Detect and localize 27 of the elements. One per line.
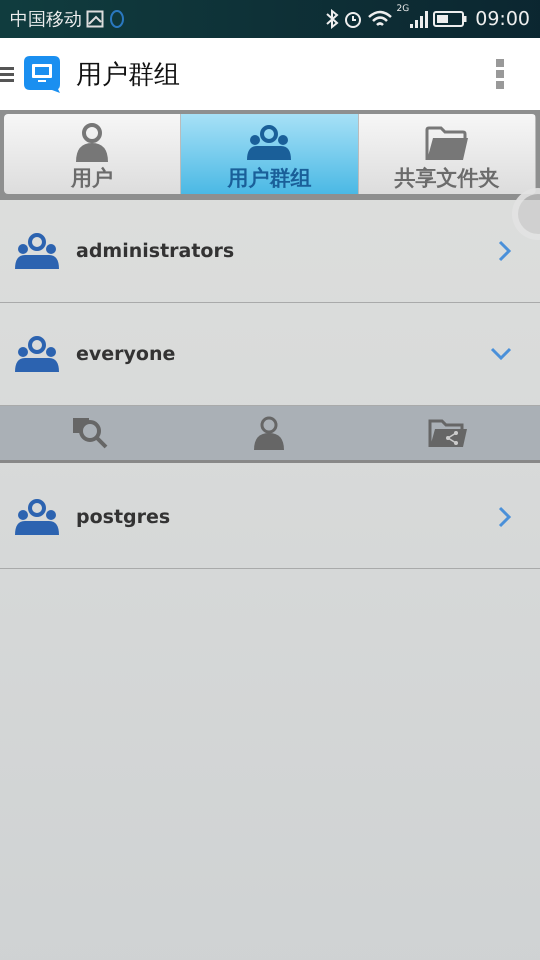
people-icon xyxy=(247,122,292,162)
more-options-icon[interactable] xyxy=(496,59,504,89)
app-logo-icon xyxy=(22,54,62,94)
group-name: everyone xyxy=(76,343,176,365)
folder-icon xyxy=(424,126,469,162)
signal-icon xyxy=(409,9,430,29)
tab[interactable]: 用户 xyxy=(4,114,182,194)
tab[interactable]: 共享文件夹 xyxy=(358,114,536,194)
people-icon xyxy=(14,497,60,537)
group-row[interactable]: postgres xyxy=(0,466,540,569)
network-type: 2G xyxy=(396,4,410,14)
bluetooth-icon xyxy=(324,9,339,29)
people-icon xyxy=(14,231,60,271)
clock: 09:00 xyxy=(475,8,530,30)
person-icon[interactable] xyxy=(252,416,285,450)
screen-title: 用户群组 xyxy=(76,58,180,92)
group-name: postgres xyxy=(76,506,170,528)
menu-icon[interactable] xyxy=(0,64,14,84)
search-icon[interactable] xyxy=(72,416,110,450)
alarm-icon xyxy=(342,9,363,29)
group-name: administrators xyxy=(76,240,234,262)
carrier-name: 中国移动 xyxy=(10,8,82,31)
group-row[interactable]: administrators xyxy=(0,200,540,303)
battery-icon xyxy=(433,9,468,29)
shared-folder-icon[interactable] xyxy=(428,417,468,449)
people-icon xyxy=(14,334,60,374)
gallery-icon xyxy=(86,10,104,28)
